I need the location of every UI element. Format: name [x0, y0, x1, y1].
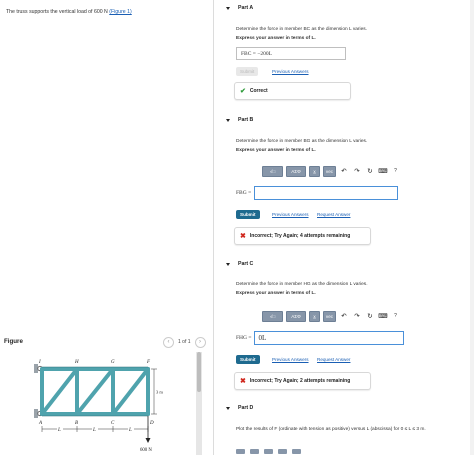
problem-statement: The truss supports the vertical load of …	[6, 9, 132, 15]
pager-text: 1 of 1	[178, 339, 191, 345]
part-b-math-toolbar: √□ ΑΣΦ x̲ vec ↶ ↷ ↻ ⌨ ?	[262, 165, 400, 177]
part-b-feedback: ✖ Incorrect; Try Again; 4 attempts remai…	[234, 227, 371, 245]
figure-link[interactable]: (Figure 1)	[109, 9, 132, 15]
part-a-question: Determine the force in member BC as the …	[236, 27, 367, 32]
part-a-title: Part A	[238, 5, 254, 11]
joint-label-A: A	[38, 421, 43, 426]
member-AH	[40, 367, 79, 416]
plot-tool-button[interactable]	[264, 449, 273, 454]
part-b-label: FBG =	[236, 189, 252, 196]
part-a-previous-answers-link[interactable]: Previous Answers	[272, 69, 309, 74]
part-b-request-answer-link[interactable]: Request Answer	[317, 212, 350, 217]
member-BG	[75, 367, 115, 416]
part-a-feedback-text: Correct	[249, 88, 268, 94]
caret-down-icon	[226, 118, 230, 122]
joint-label-H: H	[74, 360, 79, 365]
x-icon: ✖	[240, 233, 246, 240]
undo-icon[interactable]: ↶	[339, 166, 349, 177]
part-b-previous-answers-link[interactable]: Previous Answers	[272, 212, 309, 217]
part-c-feedback: ✖ Incorrect; Try Again; 2 attempts remai…	[234, 372, 371, 390]
joint-label-C: C	[111, 421, 115, 426]
part-c-label: FHG =	[236, 334, 252, 341]
templates-button[interactable]: √□	[262, 165, 283, 177]
part-c-header[interactable]: Part C	[226, 261, 253, 267]
help-icon[interactable]: ?	[391, 312, 400, 321]
part-a-submit-button: Submit	[236, 67, 259, 76]
part-c-instruction: Express your answer in terms of L.	[236, 291, 316, 296]
joint-label-I: I	[38, 360, 41, 365]
part-c-question: Determine the force in member HG as the …	[236, 282, 368, 287]
part-b-input-row: FBG =	[236, 185, 399, 200]
part-b-header[interactable]: Part B	[226, 117, 253, 123]
vector-button[interactable]: vec	[323, 310, 336, 322]
part-c-answer-input[interactable]: 0L	[254, 330, 405, 345]
joint-label-F: F	[146, 360, 151, 365]
part-a-feedback: ✔ Correct	[234, 82, 351, 100]
joint-label-D: D	[149, 421, 154, 426]
part-c-math-toolbar: √□ ΑΣΦ x̲ vec ↶ ↷ ↻ ⌨ ?	[262, 310, 400, 322]
part-a-answer: FBC = −200L	[236, 47, 346, 60]
load-label: 600 N	[140, 448, 152, 453]
plot-tool-button[interactable]	[278, 449, 287, 454]
page-scrollbar[interactable]	[470, 0, 474, 455]
part-c-submit-button[interactable]: Submit	[236, 355, 260, 364]
part-b-question: Determine the force in member BG as the …	[236, 139, 368, 144]
height-label: 3 m	[156, 390, 163, 395]
redo-icon[interactable]: ↷	[352, 166, 362, 177]
joint-label-B: B	[75, 421, 78, 426]
chevron-right-icon[interactable]: ›	[194, 336, 206, 348]
caret-down-icon	[226, 262, 230, 266]
part-c-title: Part C	[238, 261, 254, 267]
part-b-feedback-text: Incorrect; Try Again; 4 attempts remaini…	[249, 233, 351, 239]
length-label-3: L	[128, 428, 132, 433]
subscript-button[interactable]: x̲	[309, 165, 320, 177]
part-c-feedback-text: Incorrect; Try Again; 2 attempts remaini…	[249, 378, 351, 384]
part-c-input-row: FHG = 0L	[236, 330, 405, 345]
undo-icon[interactable]: ↶	[339, 311, 349, 322]
problem-text: The truss supports the vertical load of …	[6, 9, 108, 15]
joint-label-G: G	[111, 360, 115, 365]
part-b-answer-input[interactable]	[254, 185, 399, 200]
keyboard-icon[interactable]: ⌨	[378, 166, 388, 177]
member-CF	[111, 367, 150, 416]
part-c-previous-answers-link[interactable]: Previous Answers	[272, 357, 309, 362]
part-c-request-answer-link[interactable]: Request Answer	[317, 357, 350, 362]
check-icon: ✔	[240, 88, 246, 95]
templates-button[interactable]: √□	[262, 310, 283, 322]
plot-tool-button[interactable]	[236, 449, 245, 454]
part-b-instruction: Express your answer in terms of L.	[236, 148, 316, 153]
caret-down-icon	[226, 6, 230, 10]
part-d-header[interactable]: Part D	[226, 405, 253, 411]
caret-down-icon	[226, 406, 230, 410]
part-d-plot-toolbar	[236, 449, 336, 455]
redo-icon[interactable]: ↷	[352, 311, 362, 322]
part-b-title: Part B	[238, 117, 254, 123]
help-icon[interactable]: ?	[391, 167, 400, 176]
length-label-2: L	[92, 428, 96, 433]
length-label-1: L	[57, 428, 61, 433]
part-d-question: Plot the results of F (ordinate with ten…	[236, 427, 426, 432]
truss-diagram: I H G F A B C D 3 m L L L 600 N	[34, 360, 166, 453]
part-b-submit-button[interactable]: Submit	[236, 210, 260, 219]
reset-icon[interactable]: ↻	[365, 166, 375, 177]
symbols-button[interactable]: ΑΣΦ	[286, 165, 306, 177]
figure-scrollbar[interactable]	[196, 352, 202, 455]
part-a-instruction: Express your answer in terms of L.	[236, 36, 316, 41]
problem-panel: The truss supports the vertical load of …	[0, 0, 213, 455]
vector-button[interactable]: vec	[323, 165, 336, 177]
reset-icon[interactable]: ↻	[365, 311, 375, 322]
part-d-title: Part D	[238, 405, 254, 411]
subscript-button[interactable]: x̲	[309, 310, 320, 322]
figure-title: Figure	[4, 338, 23, 345]
truss-members	[40, 367, 150, 416]
chevron-left-icon[interactable]: ‹	[163, 336, 174, 348]
x-icon: ✖	[240, 378, 246, 385]
keyboard-icon[interactable]: ⌨	[378, 311, 388, 322]
plot-tool-button[interactable]	[250, 449, 259, 454]
symbols-button[interactable]: ΑΣΦ	[286, 310, 306, 322]
figure-pager: ‹ 1 of 1 ›	[163, 336, 206, 348]
part-a-header[interactable]: Part A	[226, 5, 253, 11]
panel-divider	[213, 0, 214, 455]
plot-tool-button[interactable]	[292, 449, 301, 454]
